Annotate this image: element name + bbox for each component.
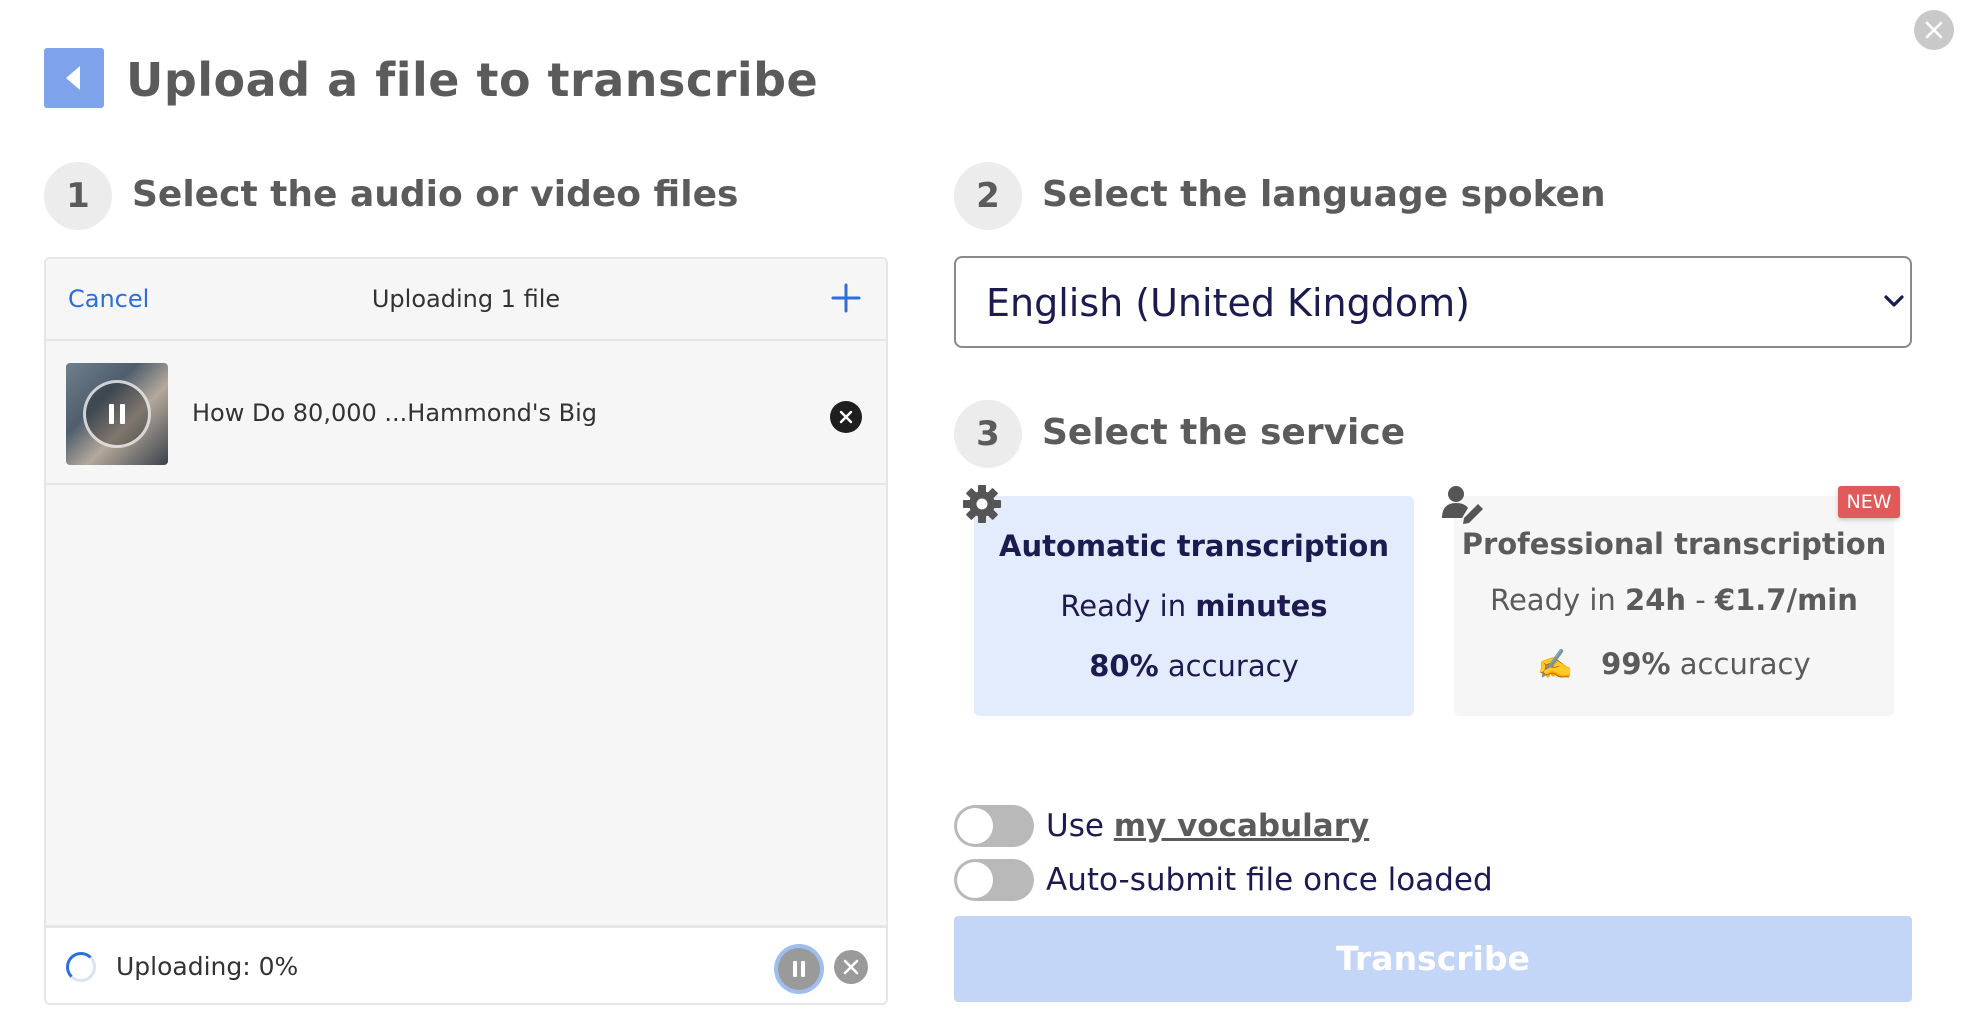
upload-panel: Cancel Uploading 1 file How Do 80,000 ..…	[44, 257, 888, 1005]
writing-hand-icon: ✍️	[1537, 647, 1574, 681]
vocabulary-toggle-label: Use my vocabulary	[1046, 808, 1370, 844]
close-icon	[843, 959, 859, 975]
my-vocabulary-link[interactable]: my vocabulary	[1114, 808, 1369, 844]
step-3-number: 3	[954, 400, 1022, 468]
upload-progress-text: Uploading: 0%	[116, 952, 299, 981]
pause-all-button[interactable]	[778, 948, 820, 990]
person-edit-icon	[1442, 486, 1483, 524]
close-button[interactable]	[1914, 10, 1954, 50]
automatic-transcription-card[interactable]: Automatic transcription Ready in minutes…	[974, 496, 1414, 716]
cancel-all-button[interactable]	[834, 950, 868, 984]
vocabulary-toggle[interactable]	[954, 805, 1034, 847]
file-row: How Do 80,000 ...Hammond's Big	[46, 343, 886, 485]
step-2-number: 2	[954, 162, 1022, 230]
plus-icon[interactable]	[829, 281, 863, 315]
upload-panel-header: Cancel Uploading 1 file	[46, 259, 886, 341]
file-name: How Do 80,000 ...Hammond's Big	[192, 399, 598, 427]
step-2-title: Select the language spoken	[1042, 174, 1606, 215]
back-button[interactable]	[44, 48, 104, 108]
transcribe-button[interactable]: Transcribe	[954, 916, 1912, 1002]
language-selected-value: English (United Kingdom)	[986, 281, 1470, 325]
chevron-left-icon	[66, 66, 80, 90]
new-badge: NEW	[1838, 486, 1900, 518]
professional-card-accuracy: ✍️ 99% accuracy	[1537, 647, 1811, 681]
cancel-upload-link[interactable]: Cancel	[68, 283, 149, 315]
auto-submit-label: Auto-submit file once loaded	[1046, 862, 1493, 898]
step-1-number: 1	[44, 162, 112, 230]
pause-icon	[109, 404, 125, 424]
pause-icon	[793, 961, 805, 977]
pause-file-button[interactable]	[83, 380, 151, 448]
toggle-knob	[957, 862, 993, 898]
step-1-title: Select the audio or video files	[132, 174, 739, 215]
page-title: Upload a file to transcribe	[126, 53, 819, 107]
language-select[interactable]: English (United Kingdom)	[954, 256, 1912, 348]
upload-status-title: Uploading 1 file	[371, 285, 561, 313]
automatic-card-accuracy: 80% accuracy	[1089, 649, 1299, 683]
professional-card-title: Professional transcription	[1461, 527, 1887, 561]
auto-submit-toggle[interactable]	[954, 859, 1034, 901]
loading-spinner-icon	[66, 952, 96, 982]
chevron-down-icon	[1884, 295, 1904, 307]
automatic-card-title: Automatic transcription	[999, 529, 1389, 563]
professional-card-ready: Ready in 24h - €1.7/min	[1490, 583, 1858, 617]
toggle-knob	[957, 808, 993, 844]
automatic-card-ready: Ready in minutes	[1060, 589, 1328, 623]
remove-file-button[interactable]	[830, 401, 862, 433]
step-3-title: Select the service	[1042, 412, 1406, 453]
close-icon	[839, 410, 853, 424]
close-icon	[1925, 21, 1943, 39]
gear-icon	[963, 485, 1001, 523]
upload-panel-footer: Uploading: 0%	[46, 925, 886, 1003]
professional-transcription-card[interactable]: Professional transcription Ready in 24h …	[1454, 496, 1894, 716]
video-thumbnail[interactable]	[66, 363, 168, 465]
